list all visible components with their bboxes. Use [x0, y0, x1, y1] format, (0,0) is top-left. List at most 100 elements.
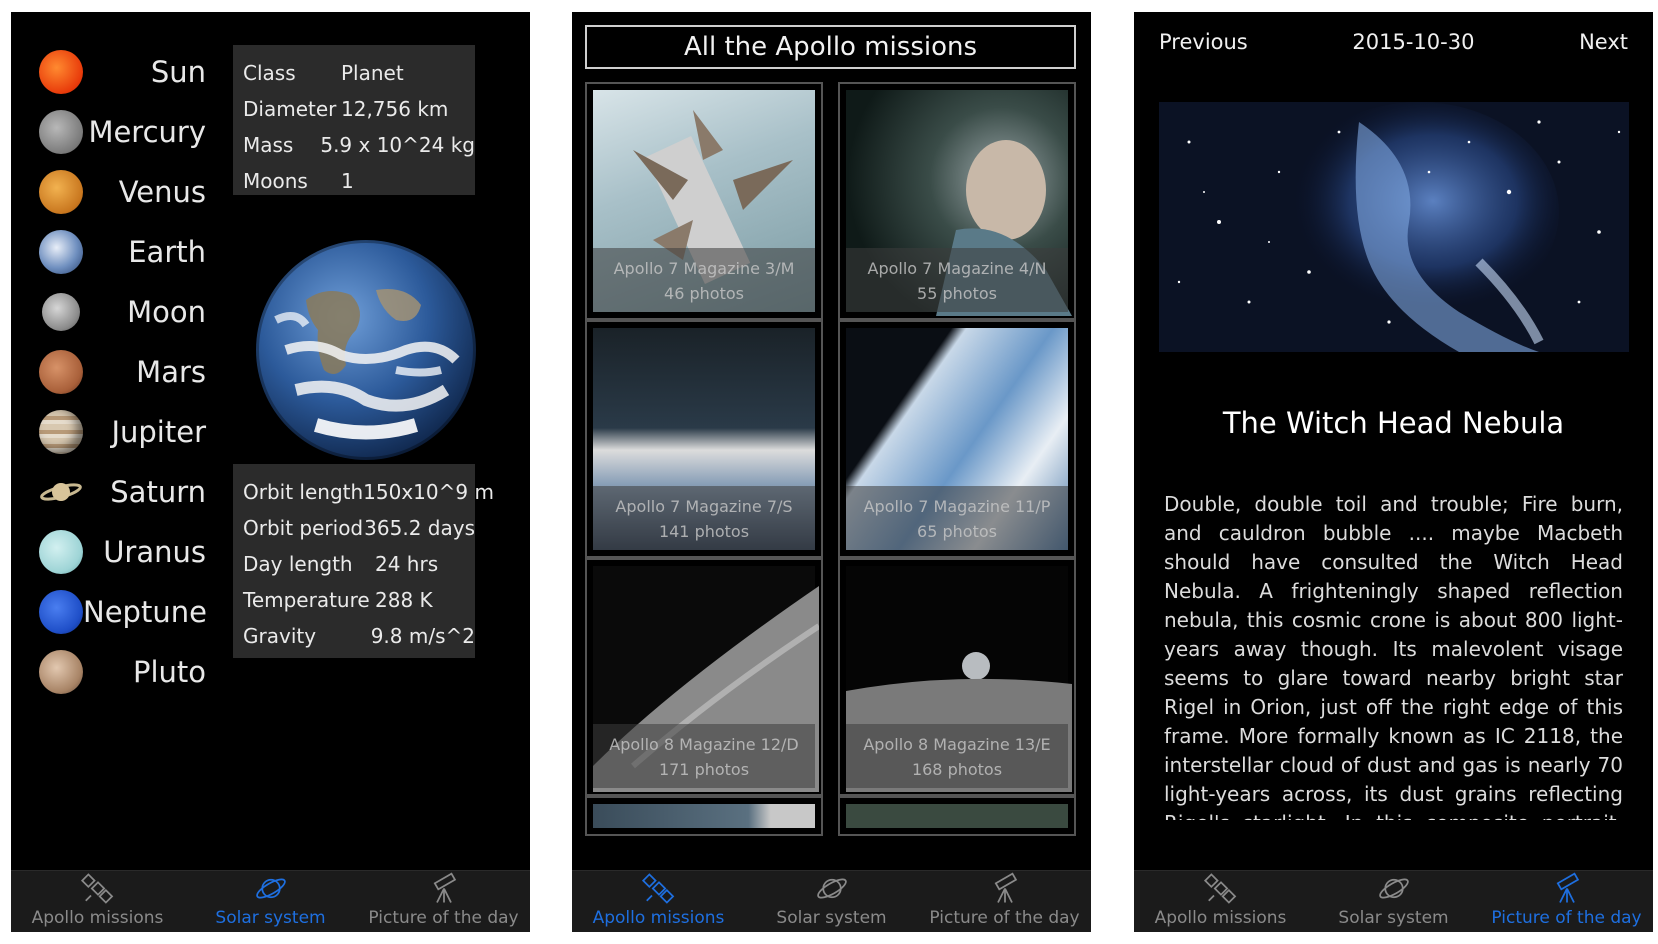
earth-icon: [39, 230, 83, 274]
planet-info-bottom: Orbit length 150x10^9 m Orbit period 365.2…: [233, 464, 494, 658]
mission-tile[interactable]: Apollo 8 Magazine 13/E 168 photos: [838, 558, 1076, 796]
mars-icon: [39, 350, 83, 394]
info-value: 9.8 m/s^2: [370, 624, 475, 648]
info-row: Orbit length 150x10^9 m: [243, 474, 494, 510]
planet-list: Sun Mercury Venus Earth Moon Mars Jupite…: [11, 42, 207, 702]
telescope-icon: [994, 872, 1017, 903]
photo-count: 65 photos: [917, 522, 997, 541]
tab-apollo-missions[interactable]: Apollo missions: [11, 871, 184, 932]
tab-solar-system[interactable]: Solar system: [1307, 871, 1480, 932]
info-value: Planet: [341, 61, 404, 85]
tab-picture-of-the-day[interactable]: Picture of the day: [357, 871, 530, 932]
planet-item-saturn[interactable]: Saturn: [11, 462, 206, 522]
picture-title: The Witch Head Nebula: [1222, 406, 1565, 440]
mission-tile-partial[interactable]: [838, 796, 1076, 836]
mission-tile[interactable]: Apollo 7 Magazine 4/N 55 photos: [838, 82, 1076, 320]
planet-name: Moon: [127, 295, 206, 329]
info-key: Orbit length: [243, 480, 364, 504]
planet-item-venus[interactable]: Venus: [11, 162, 206, 222]
tab-solar-system[interactable]: Solar system: [184, 871, 357, 932]
tab-label: Solar system: [1338, 908, 1449, 928]
info-value: 150x10^9 m: [363, 480, 494, 504]
previous-button[interactable]: Previous: [1159, 30, 1248, 54]
mission-tile[interactable]: Apollo 7 Magazine 11/P 65 photos: [838, 320, 1076, 558]
info-row: Day length 24 hrs: [243, 546, 475, 582]
mission-name: Apollo 8 Magazine 12/D: [609, 735, 799, 754]
info-row: Class Planet: [243, 55, 475, 91]
info-row: Mass 5.9 x 10^24 kg: [243, 127, 475, 163]
planet-item-neptune[interactable]: Neptune: [11, 582, 207, 642]
photo-count: 46 photos: [664, 284, 744, 303]
mission-caption: Apollo 8 Magazine 13/E 168 photos: [846, 724, 1068, 788]
info-key: Mass: [243, 133, 294, 157]
telescope-icon: [433, 872, 456, 903]
tab-picture-of-the-day[interactable]: Picture of the day: [1480, 871, 1653, 932]
planet-item-earth[interactable]: Earth: [11, 222, 206, 282]
tab-label: Picture of the day: [368, 908, 519, 928]
planet-name: Jupiter: [111, 415, 206, 449]
mission-tile[interactable]: Apollo 8 Magazine 12/D 171 photos: [585, 558, 823, 796]
pluto-icon: [39, 650, 83, 694]
tab-label: Solar system: [215, 908, 326, 928]
mission-name: Apollo 7 Magazine 11/P: [863, 497, 1051, 516]
planet-icon: [1378, 878, 1409, 899]
tab-apollo-missions[interactable]: Apollo missions: [572, 871, 745, 932]
page-title: All the Apollo missions: [585, 25, 1076, 69]
tab-picture-of-the-day[interactable]: Picture of the day: [918, 871, 1091, 932]
info-value: 288 K: [375, 588, 433, 612]
planet-name: Neptune: [83, 595, 207, 629]
tab-bar: Apollo missions Solar system Picture of …: [1134, 870, 1653, 932]
info-row: Temperature 288 K: [243, 582, 475, 618]
mercury-icon: [39, 110, 83, 154]
mission-caption: Apollo 7 Magazine 4/N 55 photos: [846, 248, 1068, 312]
planet-item-pluto[interactable]: Pluto: [11, 642, 206, 702]
planet-name: Mars: [136, 355, 206, 389]
solar-system-screen: Sun Mercury Venus Earth Moon Mars Jupite…: [11, 12, 530, 932]
planet-icon: [255, 878, 286, 899]
info-value: 12,756 km: [341, 97, 449, 121]
tab-bar: Apollo missions Solar system Picture of …: [11, 870, 530, 932]
info-key: Diameter: [243, 97, 337, 121]
tab-apollo-missions[interactable]: Apollo missions: [1134, 871, 1307, 932]
tab-bar: Apollo missions Solar system Picture of …: [572, 870, 1091, 932]
photo-count: 141 photos: [658, 522, 750, 541]
info-key: Moons: [243, 169, 308, 193]
venus-icon: [39, 170, 83, 214]
satellite-icon: [80, 873, 113, 904]
mission-caption: Apollo 7 Magazine 11/P 65 photos: [846, 486, 1068, 550]
tab-label: Apollo missions: [592, 908, 725, 928]
mission-thumbnail: [846, 804, 1068, 828]
planet-item-mercury[interactable]: Mercury: [11, 102, 206, 162]
tab-solar-system[interactable]: Solar system: [745, 871, 918, 932]
picture-description: Double, double toil and trouble; Fire bu…: [1164, 492, 1623, 820]
planet-name: Pluto: [132, 655, 206, 689]
info-row: Gravity 9.8 m/s^2: [243, 618, 475, 654]
date-nav: Previous 2015-10-30 Next: [1159, 30, 1628, 54]
planet-name: Uranus: [103, 535, 206, 569]
planet-item-jupiter[interactable]: Jupiter: [11, 402, 206, 462]
nebula-image: [1159, 102, 1629, 352]
info-value: 1: [341, 169, 354, 193]
photo-count: 171 photos: [658, 760, 750, 779]
planet-item-moon[interactable]: Moon: [11, 282, 206, 342]
telescope-icon: [1556, 872, 1579, 903]
saturn-icon: [39, 470, 83, 514]
info-key: Gravity: [243, 624, 317, 648]
photo-count: 55 photos: [917, 284, 997, 303]
mission-tile[interactable]: Apollo 7 Magazine 7/S 141 photos: [585, 320, 823, 558]
tab-label: Apollo missions: [1154, 908, 1287, 928]
mission-caption: Apollo 7 Magazine 7/S 141 photos: [593, 486, 815, 550]
planet-item-mars[interactable]: Mars: [11, 342, 206, 402]
planet-item-uranus[interactable]: Uranus: [11, 522, 206, 582]
next-button[interactable]: Next: [1579, 30, 1628, 54]
moon-icon: [42, 293, 80, 331]
earth-globe-image: [253, 237, 479, 463]
mission-tile[interactable]: Apollo 7 Magazine 3/M 46 photos: [585, 82, 823, 320]
tab-label: Picture of the day: [929, 908, 1080, 928]
planet-item-sun[interactable]: Sun: [11, 42, 206, 102]
mission-tile-partial[interactable]: [585, 796, 823, 836]
info-value: 24 hrs: [375, 552, 439, 576]
info-row: Diameter 12,756 km: [243, 91, 475, 127]
planet-name: Mercury: [88, 115, 206, 149]
planet-name: Saturn: [110, 475, 206, 509]
